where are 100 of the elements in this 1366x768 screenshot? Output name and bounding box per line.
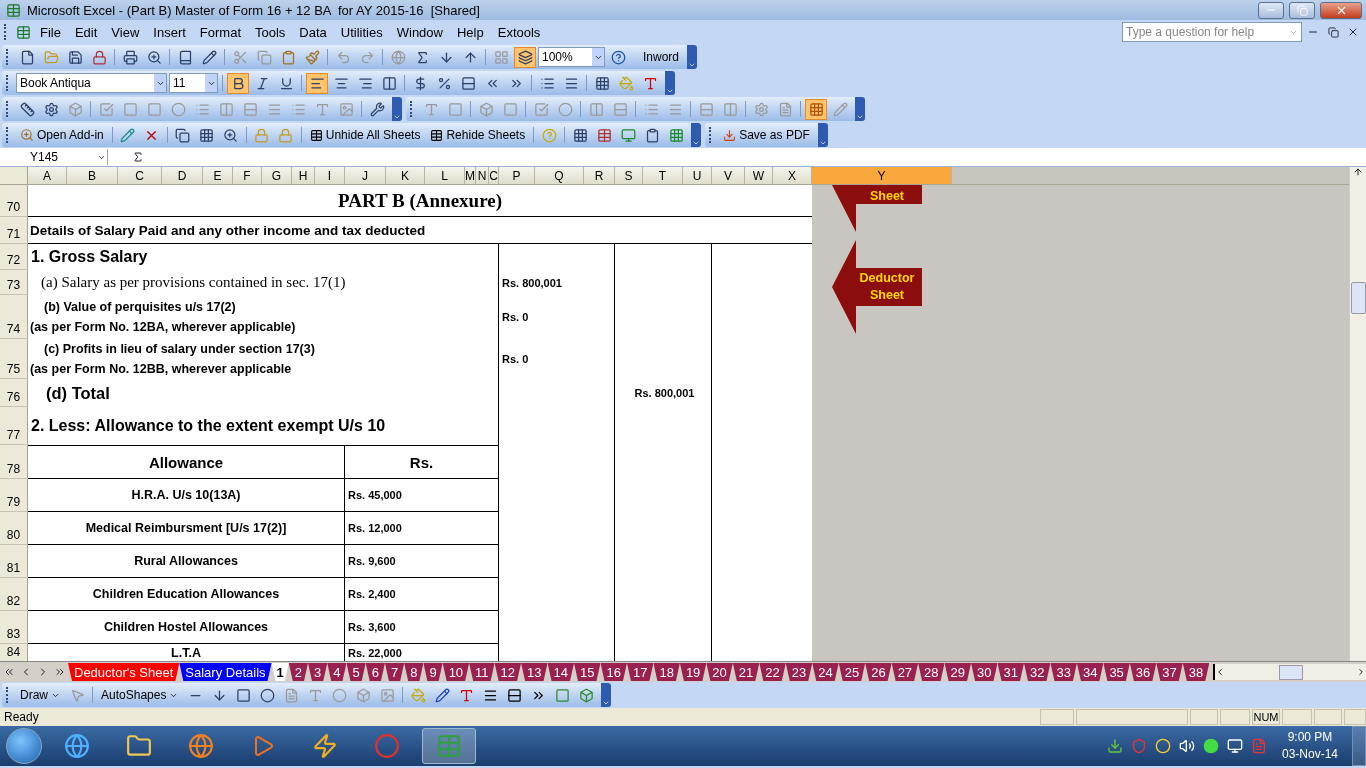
row-header[interactable]: 75	[0, 339, 28, 379]
menu-item[interactable]: Utilities	[334, 22, 389, 42]
sheet-tab[interactable]: 1	[271, 663, 289, 681]
sheet-tab[interactable]: 34	[1076, 663, 1104, 681]
sheet-tab[interactable]: 4	[327, 663, 347, 681]
draw-menu-button[interactable]: Draw	[16, 684, 64, 706]
sheet-tab[interactable]: 5	[346, 663, 366, 681]
toolbar-options-button[interactable]	[691, 123, 702, 147]
column-header[interactable]: F	[233, 167, 262, 184]
column-header[interactable]: Q	[535, 167, 584, 184]
save-as-pdf-button[interactable]: Save as PDF	[719, 124, 814, 146]
row-header[interactable]: 74	[0, 295, 28, 339]
sheet-tab[interactable]: 7	[384, 663, 405, 681]
sheet-tab[interactable]: 38	[1182, 663, 1210, 681]
spreadsheet-icon[interactable]	[14, 23, 32, 41]
table-icon[interactable]	[309, 128, 323, 142]
align-left-icon[interactable]	[306, 72, 328, 94]
network-icon[interactable]	[1225, 737, 1244, 755]
caret-icon[interactable]	[688, 61, 697, 69]
column-header[interactable]: T	[643, 167, 683, 184]
row-header[interactable]: 72	[0, 244, 28, 270]
menu-item[interactable]: Insert	[147, 22, 192, 42]
circle-icon[interactable]	[1153, 737, 1172, 755]
spreadsheet-icon[interactable]	[422, 728, 476, 764]
column-header[interactable]: V	[712, 167, 745, 184]
menu-item[interactable]: Tools	[249, 22, 292, 42]
sheet-tab[interactable]: 26	[865, 663, 892, 681]
toolbar-options-button[interactable]	[392, 97, 402, 121]
menu-item[interactable]: Data	[293, 22, 333, 42]
sheet-tab[interactable]: 8	[404, 663, 424, 681]
sheet-tab[interactable]: 28	[918, 663, 945, 681]
menu-item[interactable]: Extools	[491, 22, 547, 42]
help-search-field[interactable]: Type a question for help	[1122, 22, 1302, 42]
sheet-tab[interactable]: 33	[1050, 663, 1077, 681]
column-header[interactable]: N	[476, 167, 489, 184]
sheet-tab[interactable]: Salary Details	[179, 663, 272, 681]
sheet-tab[interactable]: 25	[838, 663, 866, 681]
sheet-tab[interactable]: 14	[547, 663, 574, 681]
sheet-tab[interactable]: 21	[732, 663, 760, 681]
download-icon[interactable]	[1105, 737, 1124, 755]
download-icon[interactable]	[723, 128, 737, 142]
sheet-tab[interactable]: 20	[706, 663, 733, 681]
menu-item[interactable]: Format	[193, 22, 247, 42]
column-header[interactable]: X	[773, 167, 812, 184]
circle-icon[interactable]	[1201, 737, 1220, 755]
sheet-tab[interactable]: 16	[600, 663, 627, 681]
scroll-thumb[interactable]	[1350, 282, 1366, 314]
sheet-tab[interactable]: 10	[442, 663, 470, 681]
toolbar-options-button[interactable]	[601, 683, 612, 707]
sheet-tab[interactable]: 32	[1024, 663, 1051, 681]
row-header[interactable]: 83	[0, 611, 28, 644]
restore-button[interactable]	[1289, 1, 1315, 19]
sheet-tab[interactable]: 6	[365, 663, 385, 681]
sheet-tab[interactable]: Deductor's Sheet	[68, 663, 180, 681]
row-header[interactable]: 80	[0, 512, 28, 545]
autoshapes-menu-button[interactable]: AutoShapes	[97, 684, 183, 706]
sheet-tab[interactable]: 37	[1156, 663, 1183, 681]
minimize-button[interactable]	[1258, 1, 1284, 19]
sheet-tab[interactable]: 15	[574, 663, 601, 681]
grid-icon[interactable]	[805, 98, 827, 120]
column-header[interactable]: B	[67, 167, 118, 184]
row-header[interactable]: 76	[0, 379, 28, 407]
sheet-tab[interactable]: 11	[469, 663, 495, 681]
column-header[interactable]: A	[28, 167, 67, 184]
row-header[interactable]: 73	[0, 270, 28, 295]
column-header[interactable]: W	[745, 167, 773, 184]
scroll-right-icon[interactable]	[1356, 667, 1366, 677]
column-header[interactable]: H	[292, 167, 315, 184]
sheet-tab[interactable]: 19	[679, 663, 707, 681]
sheet-tab[interactable]: 12	[494, 663, 522, 681]
menu-item[interactable]: Window	[390, 22, 449, 42]
column-header[interactable]: D	[162, 167, 203, 184]
row-header[interactable]: 79	[0, 479, 28, 512]
row-header[interactable]: 82	[0, 578, 28, 611]
sheet-tab[interactable]: 31	[997, 663, 1024, 681]
caret-icon[interactable]	[666, 87, 674, 95]
column-header[interactable]: R	[584, 167, 615, 184]
rehide-sheets-button[interactable]: Rehide Sheets	[426, 124, 530, 146]
zoom-field[interactable]: 100%	[538, 47, 605, 67]
sheet-tab[interactable]: 23	[785, 663, 813, 681]
table-icon[interactable]	[430, 128, 444, 142]
toolbar-options-button[interactable]	[665, 71, 675, 95]
caret-icon[interactable]	[692, 139, 701, 147]
magnifier-icon[interactable]	[20, 128, 34, 142]
sheet-tab[interactable]: 17	[626, 663, 654, 681]
row-header[interactable]: 84	[0, 644, 28, 662]
font-size-field[interactable]: 11	[169, 73, 218, 93]
row-header[interactable]: 78	[0, 445, 28, 479]
column-header[interactable]: E	[203, 167, 233, 184]
caret-icon[interactable]	[856, 113, 864, 121]
caret-icon[interactable]	[602, 699, 611, 707]
row-header[interactable]: 71	[0, 217, 28, 244]
sheet-tab[interactable]: 18	[653, 663, 680, 681]
speaker-icon[interactable]	[1177, 737, 1196, 755]
column-header[interactable]: S	[615, 167, 643, 184]
sheet-tab[interactable]: 13	[521, 663, 548, 681]
column-header[interactable]: K	[386, 167, 425, 184]
column-header[interactable]: J	[345, 167, 386, 184]
row-header[interactable]: 77	[0, 407, 28, 445]
toolbar-options-button[interactable]	[687, 45, 698, 69]
